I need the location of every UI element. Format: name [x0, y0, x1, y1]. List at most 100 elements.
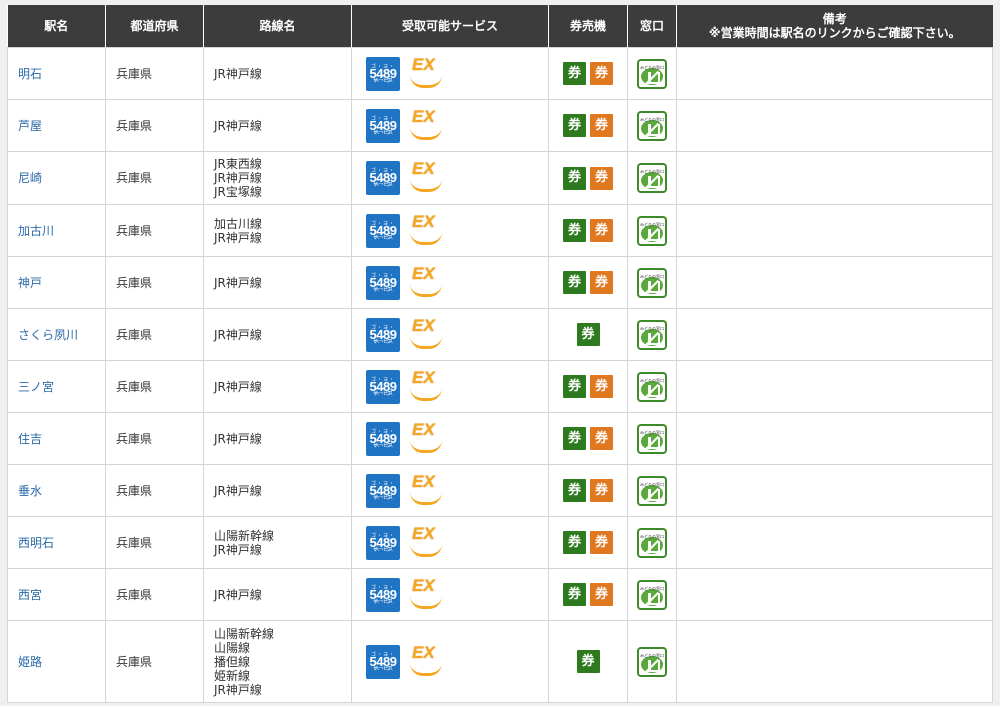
station-link[interactable]: 加古川 — [18, 224, 54, 238]
station-cell: 垂水 — [7, 464, 106, 517]
table-row: 西明石 兵庫県 山陽新幹線 JR神戸線 ゴ・ヨ・ハ・ク 5489 サービス EX 券券みどりの窓… — [7, 516, 993, 569]
notes-cell — [676, 256, 993, 309]
table-row: 尼崎 兵庫県 JR東西線 JR神戸線 JR宝塚線 ゴ・ヨ・ハ・ク 5489 サービス EX 券券み… — [7, 151, 993, 205]
table-row: 三ノ宮 兵庫県 JR神戸線 ゴ・ヨ・ハ・ク 5489 サービス EX 券券 みどりの窓口 — [7, 360, 993, 413]
line-name: JR宝塚線 — [214, 185, 262, 199]
services-cell: ゴ・ヨ・ハ・ク 5489 サービス EX — [351, 99, 549, 152]
prefecture-cell: 兵庫県 — [105, 99, 204, 152]
machine-cell: 券券 — [548, 568, 628, 621]
line-name: JR東西線 — [214, 157, 262, 171]
service-5489-icon: ゴ・ヨ・ハ・ク 5489 サービス — [366, 577, 400, 612]
lines-cell: JR神戸線 — [203, 99, 352, 152]
services-cell: ゴ・ヨ・ハ・ク 5489 サービス EX — [351, 516, 549, 569]
line-name: 播但線 — [214, 654, 251, 669]
service-ex-icon: EX — [409, 471, 443, 508]
service-ex-swoosh — [410, 127, 442, 140]
machine-cell: 券券 — [548, 464, 628, 517]
services-group: ゴ・ヨ・ハ・ク 5489 サービス EX — [362, 644, 538, 679]
prefecture-cell: 兵庫県 — [105, 308, 204, 361]
services-cell: ゴ・ヨ・ハ・ク 5489 サービス EX — [351, 360, 549, 413]
ticket-icons: 券券 — [563, 62, 613, 85]
station-link[interactable]: 芦屋 — [18, 119, 42, 133]
station-link[interactable]: 神戸 — [18, 276, 42, 290]
service-ex-text: EX — [412, 159, 435, 178]
lines-cell: JR神戸線 — [203, 256, 352, 309]
ticket-icons: 券券 — [563, 166, 613, 190]
midori-window-icon: みどりの窓口 — [637, 163, 667, 193]
station-link[interactable]: 尼崎 — [18, 171, 42, 185]
services-cell: ゴ・ヨ・ハ・ク 5489 サービス EX — [351, 620, 549, 703]
services-cell: ゴ・ヨ・ハ・ク 5489 サービス EX — [351, 204, 549, 257]
service-ex-swoosh — [410, 284, 442, 297]
table-row: 神戸 兵庫県 JR神戸線 ゴ・ヨ・ハ・ク 5489 サービス EX 券券 みどりの窓口 — [7, 256, 993, 309]
table-row: 芦屋 兵庫県 JR神戸線 ゴ・ヨ・ハ・ク 5489 サービス EX 券券 みどりの窓口 — [7, 99, 993, 152]
lines-cell: JR神戸線 — [203, 308, 352, 361]
service-5489-icon: ゴ・ヨ・ハ・ク 5489 サービス — [366, 525, 400, 560]
service-ex-text: EX — [412, 263, 435, 283]
station-link[interactable]: さくら夙川 — [18, 328, 78, 342]
ticket-icons: 券券 — [563, 531, 613, 554]
service-ex-icon: EX — [409, 317, 443, 352]
service-ex-swoosh — [410, 179, 442, 192]
line-name: 山陽新幹線 — [214, 626, 275, 641]
table-row: 明石 兵庫県 JR神戸線 ゴ・ヨ・ハ・ク 5489 サービス EX 券券 みどりの窓口 — [7, 47, 993, 100]
station-cell: 芦屋 — [7, 99, 106, 152]
station-link[interactable]: 三ノ宮 — [18, 380, 54, 394]
midori-window-icon: みどりの窓口 — [637, 267, 667, 298]
ticket-green-icon: 券 — [563, 583, 586, 606]
ticket-orange-icon: 券 — [590, 62, 613, 85]
ticket-green-icon: 券 — [563, 219, 586, 242]
lines-cell: JR神戸線 — [203, 47, 352, 100]
line-name: 加古川線 — [214, 216, 263, 231]
ticket-green-icon: 券 — [563, 271, 586, 294]
station-link[interactable]: 明石 — [18, 67, 42, 81]
midori-window-icon: みどりの窓口 — [637, 215, 667, 246]
station-cell: 西宮 — [7, 568, 106, 621]
service-ex-swoosh — [410, 596, 442, 609]
service-5489-icon: ゴ・ヨ・ハ・ク 5489 サービス — [366, 317, 400, 352]
service-5489-icon: ゴ・ヨ・ハ・ク 5489 サービス — [366, 421, 400, 456]
table-header-row: 駅名 都道府県 路線名 受取可能サービス 券売機 窓口 備考 ※営業時間は駅名の… — [7, 5, 993, 48]
lines-cell: JR神戸線 — [203, 464, 352, 517]
ticket-green-icon: 券 — [576, 323, 600, 346]
header-machine: 券売機 — [548, 5, 628, 48]
service-ex-text: EX — [412, 211, 435, 231]
notes-cell — [676, 99, 993, 152]
station-cell: 住吉 — [7, 412, 106, 465]
window-cell: みどりの窓口 — [627, 151, 677, 205]
table-row: さくら夙川 兵庫県 JR神戸線 ゴ・ヨ・ハ・ク 5489 サービス EX 券 みどりの窓口 — [7, 308, 993, 361]
midori-window-icon: みどりの窓口 — [637, 110, 667, 141]
line-name: JR神戸線 — [214, 275, 262, 290]
line-name: JR神戸線 — [214, 682, 262, 697]
table-row: 加古川 兵庫県 加古川線 JR神戸線 ゴ・ヨ・ハ・ク 5489 サービス EX 券券みどりの窓口 — [7, 204, 993, 257]
prefecture-cell: 兵庫県 — [105, 204, 204, 257]
midori-window-icon: みどりの窓口 — [637, 475, 667, 506]
window-cell: みどりの窓口 — [627, 516, 677, 569]
station-link[interactable]: 姫路 — [18, 655, 42, 669]
service-5489-icon: ゴ・ヨ・ハ・ク 5489 サービス — [366, 644, 400, 679]
lines-cell: 山陽新幹線 山陽線 播但線 姫新線 JR神戸線 — [203, 620, 352, 703]
notes-cell — [676, 151, 993, 205]
service-5489-icon: ゴ・ヨ・ハ・ク 5489 サービス — [366, 108, 400, 143]
service-5489-icon: ゴ・ヨ・ハ・ク 5489 サービス — [366, 473, 400, 508]
service-5489-icon: ゴ・ヨ・ハ・ク 5489 サービス — [366, 161, 400, 195]
services-group: ゴ・ヨ・ハ・ク 5489 サービス EX — [362, 369, 538, 404]
header-window: 窓口 — [627, 5, 677, 48]
line-name: JR神戸線 — [214, 542, 262, 557]
service-ex-text: EX — [412, 419, 435, 439]
station-link[interactable]: 西宮 — [18, 588, 42, 602]
service-ex-text: EX — [412, 471, 435, 491]
station-link[interactable]: 住吉 — [18, 432, 42, 446]
header-notes-title: 備考 — [822, 12, 847, 26]
prefecture-cell: 兵庫県 — [105, 412, 204, 465]
notes-cell — [676, 568, 993, 621]
ticket-orange-icon: 券 — [590, 479, 613, 502]
ticket-green-icon: 券 — [563, 479, 586, 502]
service-5489-bottom-text: サービス — [372, 442, 393, 449]
service-5489-bottom-text: サービス — [372, 665, 393, 672]
ticket-green-icon: 券 — [563, 427, 586, 450]
table-row: 西宮 兵庫県 JR神戸線 ゴ・ヨ・ハ・ク 5489 サービス EX 券券 みどりの窓口 — [7, 568, 993, 621]
station-link[interactable]: 西明石 — [18, 536, 54, 550]
service-ex-text: EX — [412, 575, 435, 595]
station-link[interactable]: 垂水 — [18, 484, 42, 498]
